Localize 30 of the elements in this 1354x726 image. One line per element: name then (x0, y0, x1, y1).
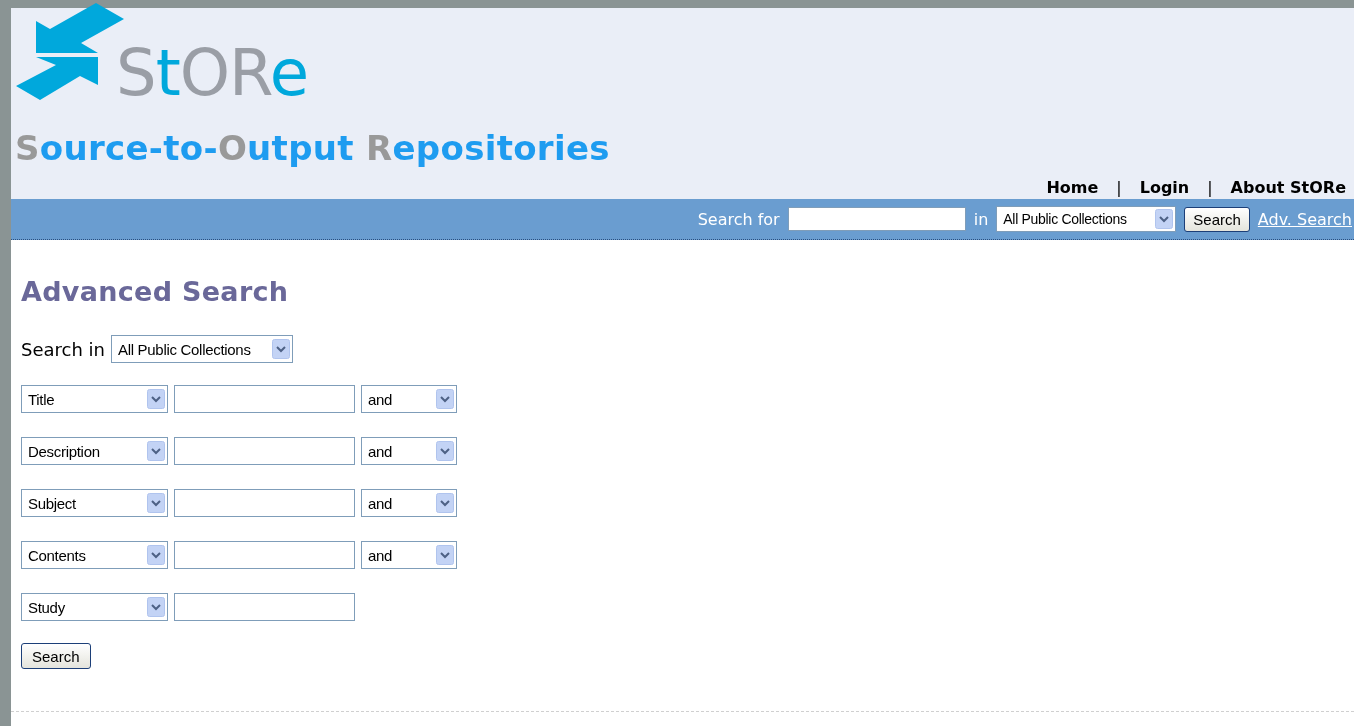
search-term-field[interactable] (174, 541, 355, 569)
operator-dropdown[interactable]: and (361, 385, 457, 413)
field-dropdown[interactable]: Contents (21, 541, 168, 569)
site-tagline: Source-to-Output Repositories (15, 128, 611, 168)
search-term-field[interactable] (174, 385, 355, 413)
field-dropdown[interactable]: Subject (21, 489, 168, 517)
page-title: Advanced Search (21, 276, 290, 307)
search-label: Search for (697, 209, 780, 229)
search-in-label: Search in (21, 338, 105, 360)
nav-link[interactable]: About StORe (1230, 178, 1346, 197)
search-button[interactable]: Search (21, 643, 91, 669)
nav-separator: | (1207, 178, 1213, 197)
logo-wordmark: StORe (116, 41, 309, 105)
field-dropdown[interactable]: Title (21, 385, 168, 413)
nav-separator: | (1116, 178, 1122, 197)
nav-link[interactable]: Home (1046, 178, 1099, 197)
operator-dropdown[interactable]: and (361, 437, 457, 465)
search-button[interactable]: Search (1184, 206, 1250, 232)
search-term-field[interactable] (174, 437, 355, 465)
search-term-field[interactable] (174, 593, 355, 621)
operator-dropdown[interactable]: and (361, 489, 457, 517)
field-dropdown[interactable]: Description (21, 437, 168, 465)
field-dropdown[interactable]: Study (21, 593, 168, 621)
in-label: in (973, 209, 989, 229)
collection-dropdown[interactable]: All Public Collections (996, 206, 1177, 232)
collection-dropdown[interactable]: All Public Collections (111, 335, 293, 363)
operator-dropdown[interactable]: and (361, 541, 457, 569)
nav-link[interactable]: Login (1139, 178, 1190, 197)
search-term-field[interactable] (174, 489, 355, 517)
search-field[interactable] (787, 207, 966, 231)
